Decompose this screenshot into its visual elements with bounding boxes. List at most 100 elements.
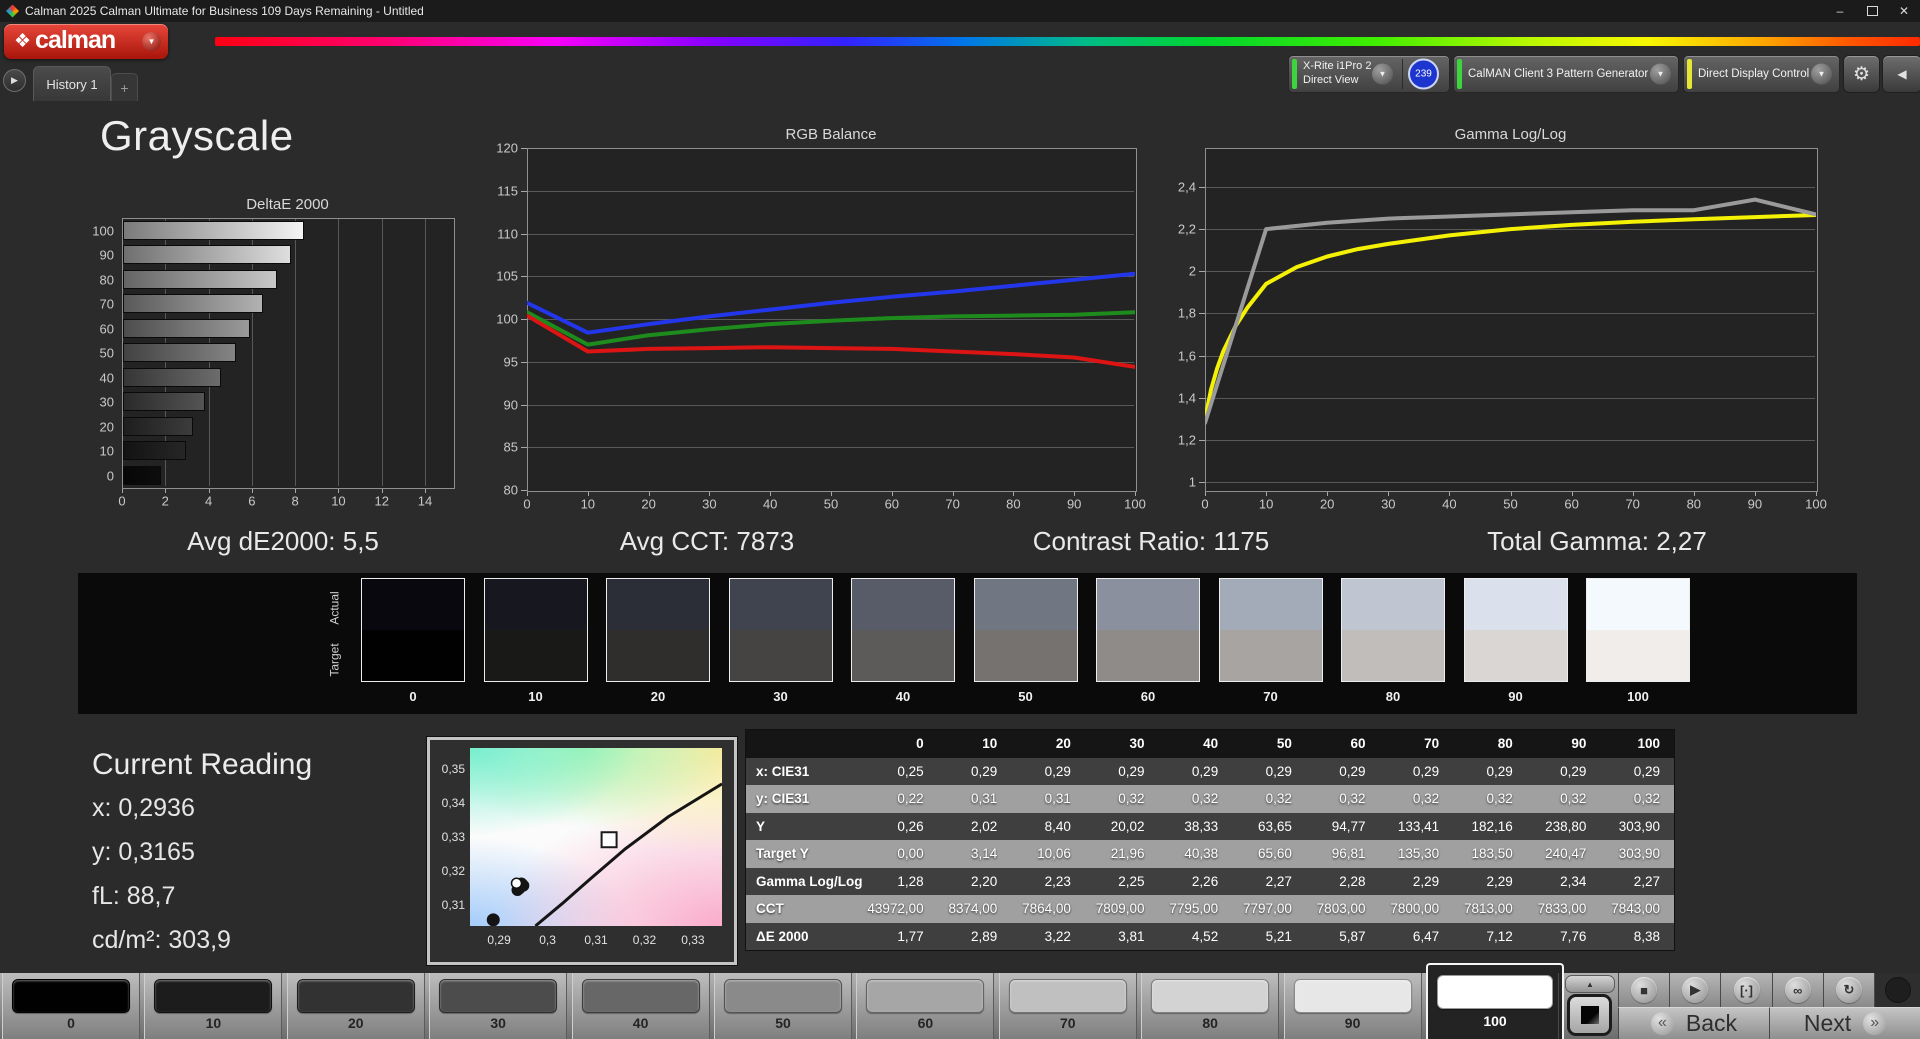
deltae-bar-chart: DeltaE 2000 0 2 4 6 8 10 12 14 100 90 80 70 60 50 40 30…	[60, 190, 490, 520]
swatch-actual-half	[484, 579, 587, 630]
pattern-tile-40[interactable]: 40	[571, 973, 710, 1039]
collapse-strip-button[interactable]: ▲	[1565, 975, 1615, 993]
table-cell: 0,29	[1633, 763, 1661, 779]
table-row-label: CCT	[756, 901, 784, 917]
table-row: y: CIE31 0,22 0,31 0,31 0,32 0,32 0,32 0,32 0,32…	[746, 785, 1674, 813]
pattern-tile-50[interactable]: 50	[714, 973, 852, 1039]
next-chevron-icon: »	[1863, 1012, 1887, 1035]
axis-tick-label: 60	[99, 321, 114, 337]
meter-count-badge[interactable]: 239	[1408, 58, 1439, 90]
axis-tick-label: 50	[1503, 496, 1518, 512]
swatch-target-half	[1097, 630, 1199, 681]
swatch-target-half	[484, 630, 587, 681]
deltae-bar	[123, 441, 186, 461]
axis-tick-label: 50	[99, 345, 114, 361]
table-cell: 182,16	[1471, 818, 1513, 834]
table-column-header: 20	[1055, 736, 1071, 752]
axis-tick-mark	[1571, 492, 1573, 496]
calman-menu-button[interactable]: ❖ calman ▼	[4, 24, 168, 59]
swatch-actual-half	[1097, 579, 1199, 630]
table-cell: 0,32	[1486, 791, 1513, 807]
table-cell: 0,29	[1339, 763, 1366, 779]
table-row-label: y: CIE31	[756, 791, 810, 807]
continuous-measure-button[interactable]: ∞	[1771, 973, 1823, 1007]
meter-dropdown[interactable]: X-Rite i1Pro 2 Direct View ▼ 239	[1288, 55, 1450, 93]
axis-tick-label: 70	[99, 296, 114, 312]
pattern-tile-80[interactable]: 80	[1141, 973, 1280, 1039]
collapse-panel-button[interactable]: ◀	[1882, 55, 1920, 93]
single-measure-button[interactable]: [·]	[1720, 973, 1772, 1007]
axis-tick-label: 40	[1442, 496, 1457, 512]
back-label: Back	[1685, 1010, 1738, 1036]
table-cell: 0,29	[1265, 763, 1292, 779]
logo-dropdown-button[interactable]: ▼	[142, 32, 161, 51]
pattern-tile-60[interactable]: 60	[856, 973, 995, 1039]
play-button[interactable]: ▶	[1669, 973, 1721, 1007]
table-cell: 2,25	[1118, 873, 1145, 889]
tab-scroll-button[interactable]: ▶	[3, 69, 26, 92]
plus-icon: +	[120, 79, 129, 96]
axis-tick-label: 90	[503, 397, 518, 412]
pattern-tile-30[interactable]: 30	[429, 973, 568, 1039]
axis-tick-label: 0,32	[441, 864, 465, 879]
stop-button[interactable]: ■	[1618, 973, 1670, 1007]
axis-tick-mark	[1074, 492, 1076, 496]
back-button[interactable]: « Back	[1618, 1007, 1769, 1039]
chevron-down-icon: ▼	[1372, 63, 1393, 85]
table-cell: 0,29	[1560, 763, 1587, 779]
pattern-tile-100[interactable]: 100	[1426, 963, 1564, 1039]
tab-history-1[interactable]: History 1	[33, 66, 111, 101]
grayscale-swatch-strip: Actual Target 0 10 20 30 40 50 60 70 80 90 100	[78, 573, 1857, 714]
maximize-button[interactable]	[1856, 0, 1888, 22]
axis-tick-label: 80	[1686, 496, 1702, 512]
axis-tick-mark	[1632, 492, 1634, 496]
axis-tick-label: 60	[1564, 496, 1579, 512]
axis-tick-label: 100	[496, 311, 518, 327]
pattern-swatch	[154, 979, 273, 1013]
axis-tick-label: 0,32	[632, 933, 657, 947]
stat-total-gamma: Total Gamma: 2,27	[1487, 526, 1707, 556]
axis-tick-label: 0,33	[441, 830, 465, 844]
table-cell: 3,81	[1118, 928, 1145, 944]
pattern-tile-label: 60	[917, 1015, 934, 1031]
pattern-generator-dropdown[interactable]: CalMAN Client 3 Pattern Generator ▼	[1453, 55, 1679, 93]
pattern-tile-20[interactable]: 20	[286, 973, 425, 1039]
axis-tick-label: 0,35	[441, 761, 465, 776]
table-cell: 3,22	[1044, 928, 1071, 944]
table-cell: 0,29	[1044, 763, 1071, 779]
axis-tick-label: 85	[503, 439, 518, 455]
swatch-actual-half	[1587, 579, 1689, 630]
axis-tick-mark	[295, 489, 297, 493]
pattern-window-button[interactable]	[1567, 994, 1612, 1036]
refresh-button[interactable]: ↻	[1822, 973, 1875, 1007]
pattern-tile-90[interactable]: 90	[1283, 973, 1422, 1039]
table-cell: 7809,00	[1095, 901, 1145, 917]
settings-button[interactable]: ⚙	[1843, 55, 1880, 93]
minimize-button[interactable]: –	[1824, 0, 1856, 22]
table-cell: 0,26	[897, 818, 924, 834]
rgb-balance-chart: RGB Balance 120 115 110 105 100 95 90 85 80 0 10 20…	[460, 118, 1160, 518]
axis-tick-label: 2	[161, 493, 169, 509]
navigation-row: « Back Next »	[1618, 1007, 1920, 1039]
table-cell: 0,29	[1191, 763, 1219, 779]
grayscale-swatch	[1218, 578, 1323, 682]
axis-tick-label: 20	[99, 419, 114, 435]
table-cell: 7843,00	[1611, 901, 1661, 917]
axis-tick-label: 0,31	[584, 933, 608, 947]
next-button[interactable]: Next »	[1769, 1007, 1920, 1039]
pattern-generator-status-bar	[1457, 59, 1462, 89]
table-cell: 5,21	[1265, 928, 1292, 944]
table-cell: 4,52	[1191, 928, 1219, 944]
add-tab-button[interactable]: +	[111, 73, 138, 101]
pattern-swatch	[12, 979, 130, 1013]
pattern-tile-0[interactable]: 0	[2, 973, 140, 1039]
display-control-dropdown[interactable]: Direct Display Control ▼	[1683, 55, 1840, 93]
table-cell: 0,31	[971, 791, 998, 807]
table-cell: 240,47	[1545, 846, 1587, 862]
table-cell: 38,33	[1184, 818, 1219, 834]
swatch-target-half	[607, 630, 709, 681]
pattern-tile-10[interactable]: 10	[144, 973, 283, 1039]
pattern-tile-70[interactable]: 70	[998, 973, 1137, 1039]
close-button[interactable]: ✕	[1888, 0, 1920, 22]
pattern-tile-label: 70	[1060, 1015, 1076, 1031]
